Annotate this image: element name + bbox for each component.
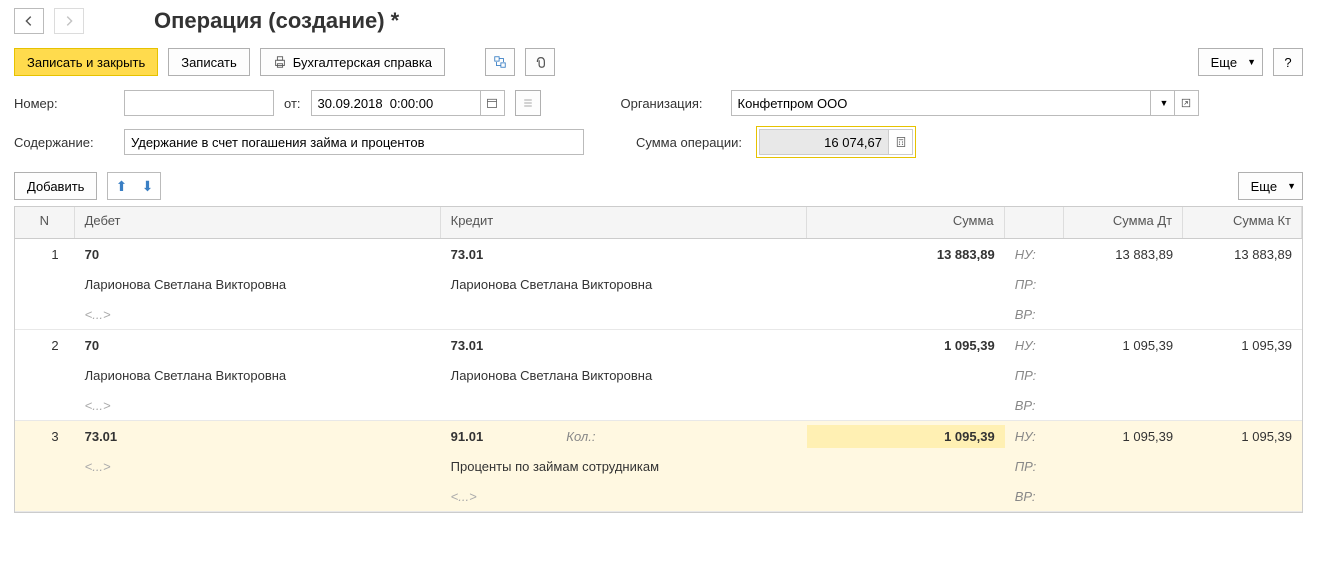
cell-debit-sub1[interactable]: <...>	[75, 455, 441, 478]
calculator-button[interactable]	[889, 129, 913, 155]
tag-pr: ПР:	[1005, 273, 1065, 296]
org-dropdown-button[interactable]: ▼	[1151, 90, 1175, 116]
back-button[interactable]	[14, 8, 44, 34]
cell-credit-sub1[interactable]: Ларионова Светлана Викторовна	[441, 364, 807, 387]
org-open-button[interactable]	[1175, 90, 1199, 116]
cell-debit-account[interactable]: 70	[75, 243, 441, 266]
table-row[interactable]: 1 70 73.01 13 883,89 НУ: 13 883,89 13 88…	[15, 239, 1302, 330]
cell-credit-sub2[interactable]: <...>	[441, 485, 807, 508]
page-title: Операция (создание) *	[154, 8, 399, 34]
column-n[interactable]: N	[15, 207, 75, 238]
move-up-button[interactable]: ⬆	[109, 174, 133, 198]
swap-icon	[493, 55, 507, 69]
chevron-down-icon: ▼	[1247, 57, 1256, 67]
more-button[interactable]: Еще ▼	[1198, 48, 1263, 76]
column-tag	[1005, 207, 1065, 238]
attach-button[interactable]	[525, 48, 555, 76]
arrow-right-icon	[62, 14, 76, 28]
cell-sumdt: 1 095,39	[1064, 334, 1183, 357]
cell-sumdt: 13 883,89	[1064, 243, 1183, 266]
cell-sumkt: 1 095,39	[1183, 425, 1302, 448]
cell-credit-account[interactable]: 73.01	[441, 334, 807, 357]
chevron-down-icon: ▼	[1287, 181, 1296, 191]
cell-debit-sub2[interactable]: <...>	[75, 394, 441, 417]
clip-icon	[533, 55, 547, 69]
cell-debit-account[interactable]: 73.01	[75, 425, 441, 448]
tag-vr: ВР:	[1005, 303, 1065, 326]
tag-pr: ПР:	[1005, 364, 1065, 387]
accounting-reference-label: Бухгалтерская справка	[293, 55, 432, 70]
cell-sumkt: 13 883,89	[1183, 243, 1302, 266]
cell-n: 3	[15, 425, 75, 448]
tag-nu: НУ:	[1005, 243, 1065, 266]
save-button[interactable]: Записать	[168, 48, 250, 76]
tag-pr: ПР:	[1005, 455, 1065, 478]
tag-nu: НУ:	[1005, 425, 1065, 448]
chevron-down-icon: ▼	[1160, 98, 1169, 108]
mode-button[interactable]	[485, 48, 515, 76]
table-more-button[interactable]: Еще ▼	[1238, 172, 1303, 200]
tag-nu: НУ:	[1005, 334, 1065, 357]
column-sumdt[interactable]: Сумма Дт	[1064, 207, 1183, 238]
cell-n: 1	[15, 243, 75, 266]
help-button[interactable]: ?	[1273, 48, 1303, 76]
add-row-button[interactable]: Добавить	[14, 172, 97, 200]
calendar-icon	[486, 97, 498, 109]
cell-sum[interactable]: 1 095,39	[807, 334, 1005, 357]
cell-debit-sub1[interactable]: Ларионова Светлана Викторовна	[75, 273, 441, 296]
forward-button[interactable]	[54, 8, 84, 34]
column-debit[interactable]: Дебет	[75, 207, 441, 238]
column-sumkt[interactable]: Сумма Кт	[1183, 207, 1302, 238]
accounting-reference-button[interactable]: Бухгалтерская справка	[260, 48, 445, 76]
table-row[interactable]: 2 70 73.01 1 095,39 НУ: 1 095,39 1 095,3…	[15, 330, 1302, 421]
cell-credit-account[interactable]: 73.01	[441, 243, 807, 266]
content-input[interactable]	[124, 129, 584, 155]
content-label: Содержание:	[14, 135, 114, 150]
cell-sum[interactable]: 1 095,39	[807, 425, 1005, 448]
cell-debit-sub2[interactable]	[75, 492, 441, 500]
list-mode-button[interactable]	[515, 90, 541, 116]
org-label: Организация:	[621, 96, 721, 111]
sum-input[interactable]	[759, 129, 889, 155]
cell-n: 2	[15, 334, 75, 357]
column-credit[interactable]: Кредит	[441, 207, 807, 238]
move-down-button[interactable]: ⬇	[135, 174, 159, 198]
table-row[interactable]: 3 73.01 91.01 Кол.: 1 095,39 НУ: 1 095,3…	[15, 421, 1302, 512]
entries-table: N Дебет Кредит Сумма Сумма Дт Сумма Кт 1…	[14, 206, 1303, 513]
table-more-label: Еще	[1251, 179, 1277, 194]
calculator-icon	[895, 136, 907, 148]
arrow-left-icon	[22, 14, 36, 28]
save-and-close-button[interactable]: Записать и закрыть	[14, 48, 158, 76]
cell-credit-account[interactable]: 91.01 Кол.:	[441, 425, 807, 448]
number-label: Номер:	[14, 96, 114, 111]
open-icon	[1180, 97, 1192, 109]
sum-label: Сумма операции:	[636, 135, 746, 150]
org-input[interactable]	[731, 90, 1151, 116]
cell-sumkt: 1 095,39	[1183, 334, 1302, 357]
cell-credit-sub2[interactable]	[441, 310, 807, 318]
list-icon	[522, 97, 534, 109]
cell-credit-sub2[interactable]	[441, 401, 807, 409]
cell-debit-sub2[interactable]: <...>	[75, 303, 441, 326]
calendar-button[interactable]	[481, 90, 505, 116]
tag-vr: ВР:	[1005, 485, 1065, 508]
number-input[interactable]	[124, 90, 274, 116]
more-label: Еще	[1211, 55, 1237, 70]
cell-debit-sub1[interactable]: Ларионова Светлана Викторовна	[75, 364, 441, 387]
cell-sum[interactable]: 13 883,89	[807, 243, 1005, 266]
cell-sumdt: 1 095,39	[1064, 425, 1183, 448]
date-input[interactable]	[311, 90, 481, 116]
cell-credit-sub1[interactable]: Ларионова Светлана Викторовна	[441, 273, 807, 296]
printer-icon	[273, 55, 287, 69]
cell-debit-account[interactable]: 70	[75, 334, 441, 357]
column-sum[interactable]: Сумма	[807, 207, 1005, 238]
cell-credit-sub1[interactable]: Проценты по займам сотрудникам	[441, 455, 807, 478]
tag-vr: ВР:	[1005, 394, 1065, 417]
from-label: от:	[284, 96, 301, 111]
